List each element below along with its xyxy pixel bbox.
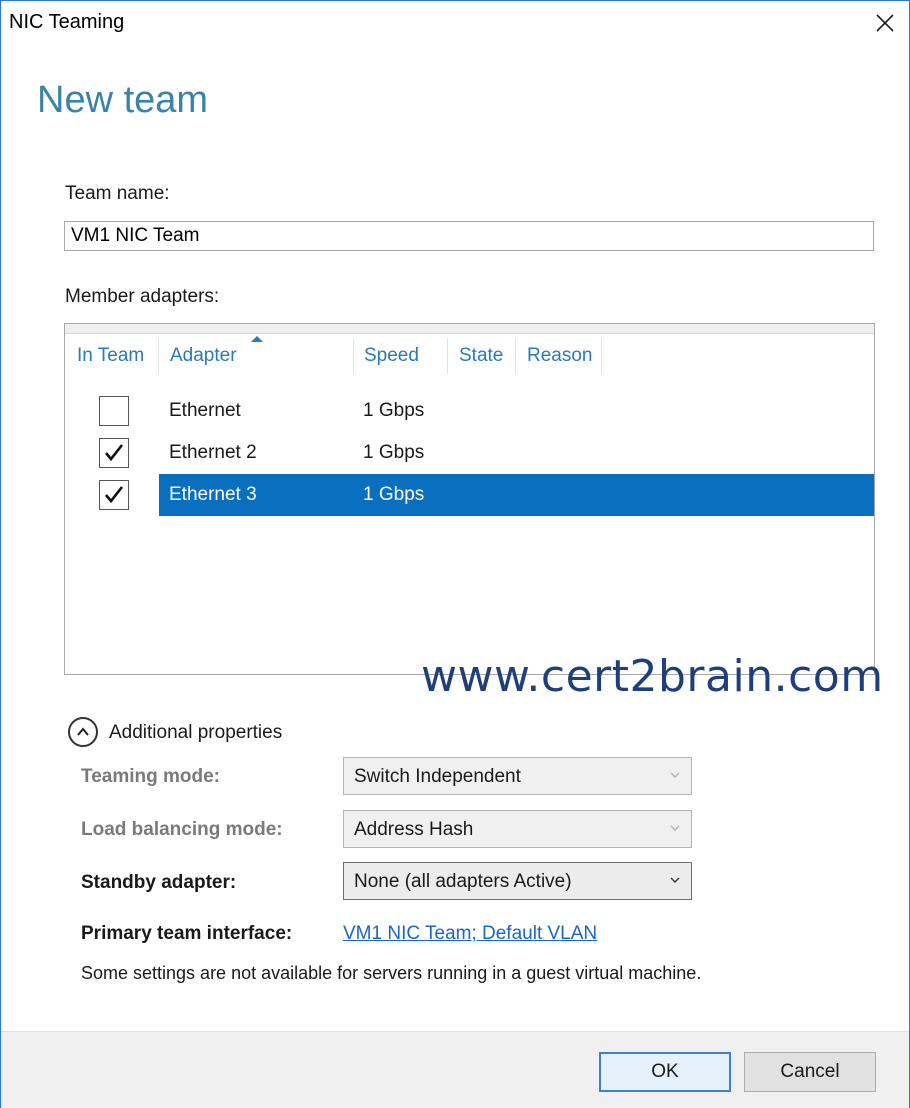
load-balancing-mode-label: Load balancing mode: [81,819,283,840]
standby-adapter-value: None (all adapters Active) [354,871,572,892]
window-title: NIC Teaming [9,11,125,33]
team-name-input[interactable] [64,221,874,251]
member-adapters-label: Member adapters: [65,286,220,307]
chevron-up-icon [77,727,89,736]
column-separator [601,338,602,374]
chevron-down-icon [670,772,680,778]
adapter-row-ethernet[interactable]: Ethernet 1 Gbps [65,390,874,432]
load-balancing-mode-select: Address Hash [343,810,692,848]
in-team-checkbox[interactable] [99,396,129,426]
adapter-name: Ethernet 3 [169,484,257,505]
cancel-button[interactable]: Cancel [744,1052,876,1092]
additional-properties-label[interactable]: Additional properties [109,722,282,744]
primary-team-interface-label: Primary team interface: [81,923,293,944]
column-separator [515,338,516,374]
watermark-text: www.cert2brain.com [421,651,884,702]
column-header-speed[interactable]: Speed [364,344,419,374]
list-header-band [65,324,874,334]
adapter-row-ethernet-3[interactable]: Ethernet 3 1 Gbps [65,474,874,516]
teaming-mode-select: Switch Independent [343,757,692,795]
load-balancing-mode-value: Address Hash [354,819,474,840]
teaming-mode-label: Teaming mode: [81,766,220,787]
in-team-checkbox[interactable] [99,480,129,510]
adapter-name: Ethernet [169,400,241,421]
dialog-footer: OK Cancel [1,1031,909,1108]
member-adapters-list[interactable]: In Team Adapter Speed State Reason Ether… [64,323,875,675]
column-header-state[interactable]: State [459,344,503,374]
adapter-name: Ethernet 2 [169,442,257,463]
guest-vm-note: Some settings are not available for serv… [81,963,702,983]
chevron-down-icon [670,825,680,831]
checkmark-icon [105,444,124,462]
close-button[interactable] [861,1,909,45]
selection-highlight [159,474,874,516]
team-name-label: Team name: [65,183,170,204]
column-header-adapter[interactable]: Adapter [170,344,237,374]
column-separator [447,338,448,374]
checkmark-icon [105,486,124,504]
title-bar: NIC Teaming [1,1,909,45]
column-separator [158,338,159,374]
column-separator [353,338,354,374]
adapter-row-ethernet-2[interactable]: Ethernet 2 1 Gbps [65,432,874,474]
column-header-in-team[interactable]: In Team [77,344,144,374]
column-header-reason[interactable]: Reason [527,344,593,374]
standby-adapter-label: Standby adapter: [81,872,237,893]
adapter-speed: 1 Gbps [363,442,425,463]
adapter-speed: 1 Gbps [363,400,425,421]
page-heading: New team [37,79,209,121]
sort-ascending-icon [251,336,263,342]
ok-button[interactable]: OK [599,1052,731,1092]
close-icon [876,14,894,32]
in-team-checkbox[interactable] [99,438,129,468]
standby-adapter-select[interactable]: None (all adapters Active) [343,862,692,900]
additional-properties-toggle[interactable] [68,717,98,747]
teaming-mode-value: Switch Independent [354,766,521,787]
primary-team-interface-link[interactable]: VM1 NIC Team; Default VLAN [343,923,597,945]
chevron-down-icon [670,877,680,883]
adapter-speed: 1 Gbps [363,484,425,505]
nic-teaming-dialog: NIC Teaming New team Team name: Member a… [0,0,910,1108]
